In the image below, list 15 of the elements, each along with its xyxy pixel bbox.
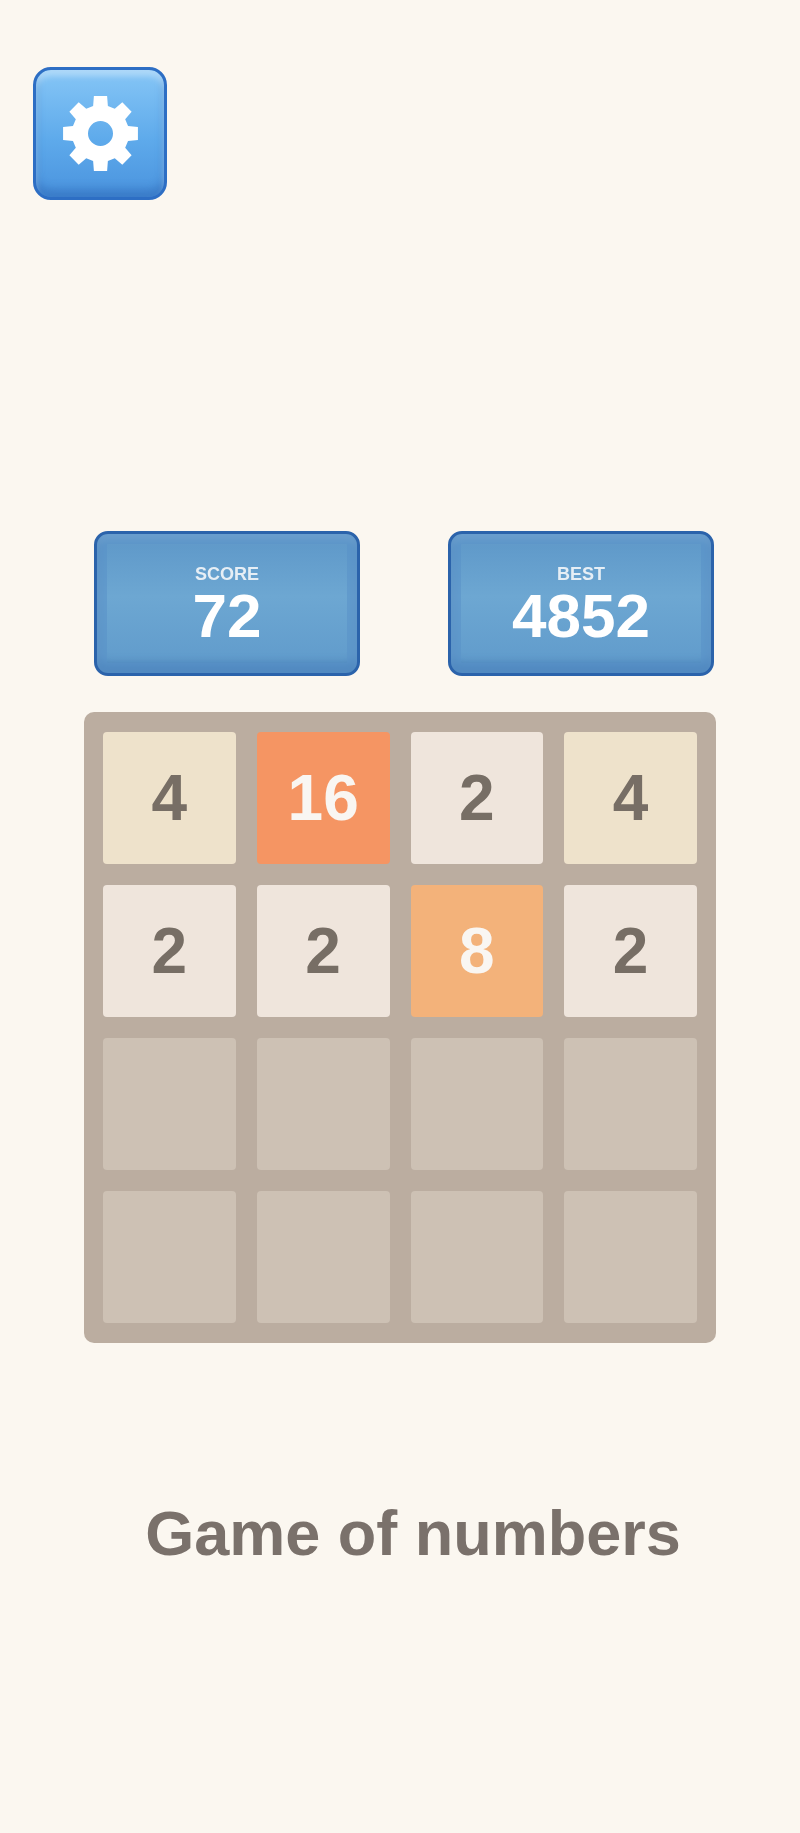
settings-icon: [61, 95, 139, 172]
number-tile: 2: [103, 885, 236, 1017]
number-tile: 8: [410, 885, 544, 1017]
score-label: SCORE: [195, 564, 259, 583]
settings-button[interactable]: [33, 67, 167, 200]
score-value: 72: [192, 584, 262, 647]
number-tile: 2: [256, 885, 390, 1017]
score-value: 4852: [512, 584, 650, 647]
number-tile: 2: [410, 732, 544, 864]
game-title: Game of numbers: [145, 1502, 681, 1565]
number-tile: 4: [564, 732, 697, 864]
score-label: BEST: [557, 564, 605, 583]
number-tile: 16: [256, 732, 390, 864]
number-tile: 2: [564, 885, 697, 1017]
number-tile: 4: [103, 732, 236, 864]
